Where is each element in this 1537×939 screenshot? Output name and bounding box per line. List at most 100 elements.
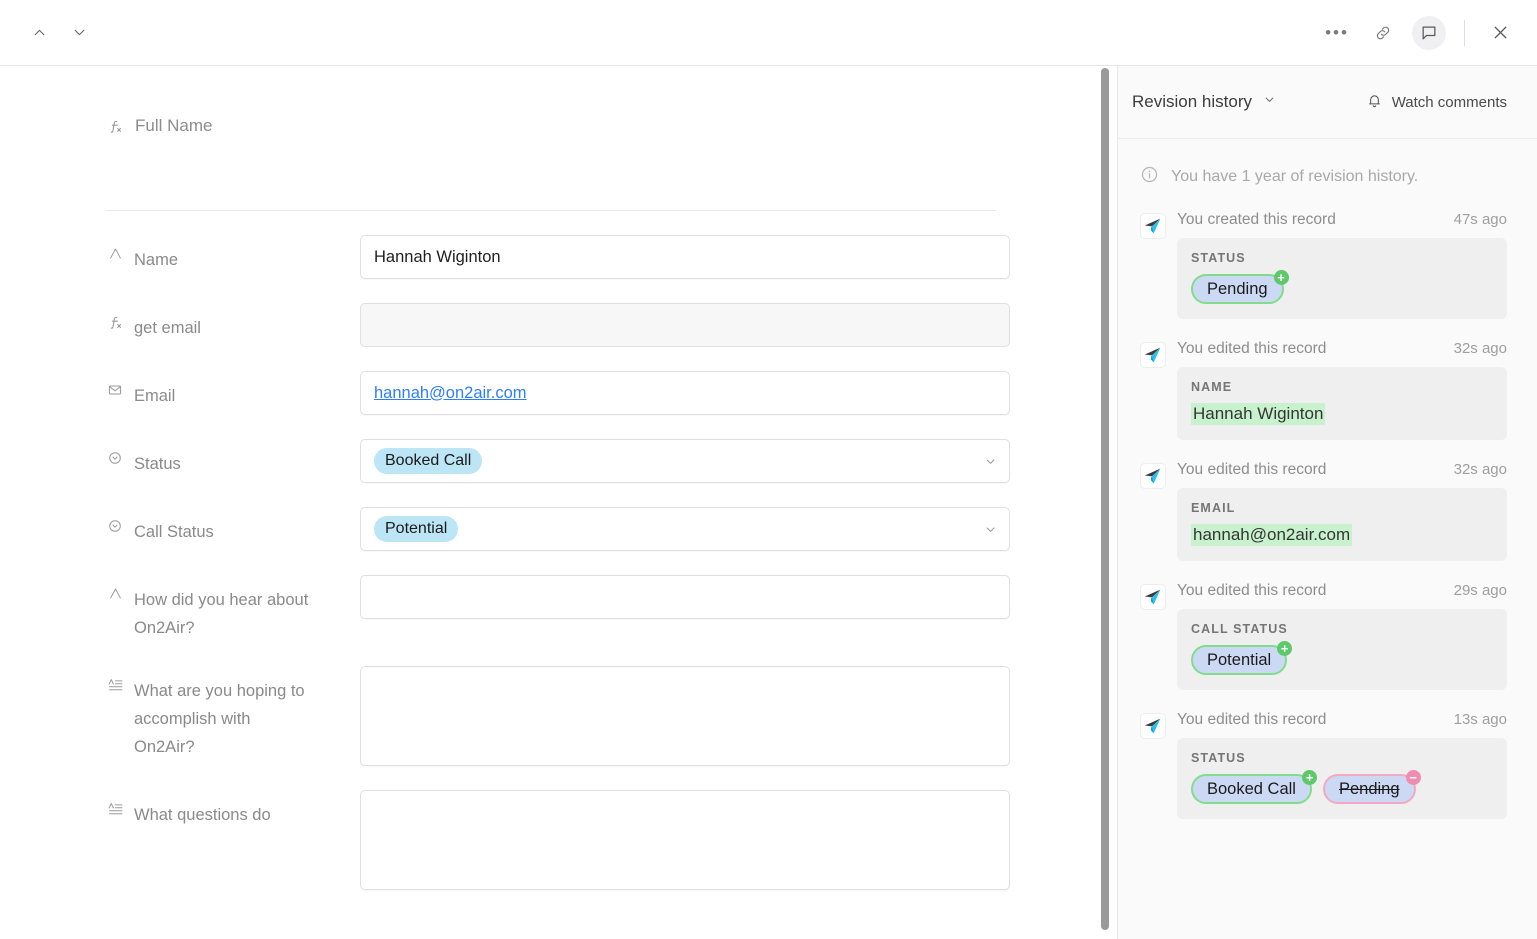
revision-chip-group: Potential + bbox=[1191, 645, 1493, 675]
link-icon bbox=[1373, 23, 1393, 43]
revision-action: You edited this record bbox=[1177, 461, 1326, 479]
field-label: Status bbox=[134, 450, 181, 478]
avatar bbox=[1140, 463, 1166, 489]
primary-field-value[interactable] bbox=[105, 136, 996, 210]
field-rows: Name Hannah Wiginton bbox=[0, 211, 1101, 890]
revision-timestamp: 32s ago bbox=[1454, 461, 1507, 478]
plus-badge-icon: + bbox=[1277, 641, 1292, 656]
paper-plane-icon bbox=[1142, 465, 1164, 487]
name-input[interactable]: Hannah Wiginton bbox=[360, 235, 1010, 279]
revision-entry: You edited this record 29s ago CALL STAT… bbox=[1140, 582, 1507, 690]
revision-change-card: CALL STATUS Potential + bbox=[1177, 609, 1507, 690]
revision-chip-added: Potential + bbox=[1191, 645, 1287, 675]
form-scrollbar-thumb[interactable] bbox=[1101, 68, 1109, 930]
primary-field-block: Full Name bbox=[0, 116, 1101, 210]
revision-notice-text: You have 1 year of revision history. bbox=[1171, 168, 1418, 186]
record-body: Full Name Name bbox=[0, 66, 1537, 939]
toolbar-actions: ••• bbox=[1320, 16, 1517, 50]
revision-change-card: STATUS Booked Call + Pending − bbox=[1177, 738, 1507, 819]
chip-label: Pending bbox=[1191, 274, 1284, 304]
text-icon bbox=[105, 586, 125, 601]
chevron-down-icon bbox=[983, 522, 998, 537]
revision-action: You edited this record bbox=[1177, 711, 1326, 729]
revision-entries-list: You created this record 47s ago STATUS P… bbox=[1102, 211, 1537, 840]
chevron-down-icon bbox=[71, 24, 88, 41]
revision-field-name: STATUS bbox=[1191, 751, 1493, 765]
revision-field-name: CALL STATUS bbox=[1191, 622, 1493, 636]
more-options-button[interactable]: ••• bbox=[1320, 16, 1354, 50]
paper-plane-icon bbox=[1142, 215, 1164, 237]
field-label: What questions do bbox=[134, 801, 271, 829]
field-label: Name bbox=[134, 246, 178, 274]
field-row-email: Email hannah@on2air.com bbox=[105, 347, 996, 415]
status-select[interactable]: Booked Call bbox=[360, 439, 1010, 483]
revision-timestamp: 47s ago bbox=[1454, 211, 1507, 228]
watch-comments-button[interactable]: Watch comments bbox=[1366, 92, 1507, 113]
revision-change-card: EMAIL hannah@on2air.com bbox=[1177, 488, 1507, 561]
long-text-icon bbox=[105, 801, 125, 818]
field-label: Email bbox=[134, 382, 175, 410]
record-nav bbox=[22, 16, 96, 50]
revision-entry: You edited this record 32s ago NAME Hann… bbox=[1140, 340, 1507, 440]
revision-action: You created this record bbox=[1177, 211, 1336, 229]
chevron-down-icon bbox=[1262, 92, 1277, 112]
field-row-get-email: get email bbox=[105, 279, 996, 347]
comments-toggle-button[interactable] bbox=[1412, 16, 1446, 50]
bell-icon bbox=[1366, 92, 1383, 113]
revision-history-notice: You have 1 year of revision history. bbox=[1102, 139, 1537, 211]
get-email-readonly-value bbox=[360, 303, 1010, 347]
hoping-to-accomplish-textarea[interactable] bbox=[360, 666, 1010, 766]
chip-label: Potential bbox=[1191, 645, 1287, 675]
field-label: What are you hoping to accomplish with O… bbox=[134, 677, 309, 761]
revision-field-name: STATUS bbox=[1191, 251, 1493, 265]
watch-comments-label: Watch comments bbox=[1392, 94, 1507, 111]
plus-badge-icon: + bbox=[1274, 270, 1289, 285]
text-icon bbox=[105, 246, 125, 261]
previous-record-button[interactable] bbox=[22, 16, 56, 50]
revision-action: You edited this record bbox=[1177, 582, 1326, 600]
email-link[interactable]: hannah@on2air.com bbox=[374, 384, 527, 403]
revision-panel-header: Revision history bbox=[1102, 66, 1537, 139]
field-row-how-did-you-hear: How did you hear about On2Air? bbox=[105, 551, 996, 642]
chip-label: Booked Call bbox=[1191, 774, 1312, 804]
revision-field-name: NAME bbox=[1191, 380, 1493, 394]
ellipsis-icon: ••• bbox=[1325, 28, 1349, 38]
next-record-button[interactable] bbox=[62, 16, 96, 50]
toolbar-divider bbox=[1464, 20, 1465, 46]
record-fields-pane: Full Name Name bbox=[0, 66, 1101, 939]
avatar bbox=[1140, 713, 1166, 739]
close-button[interactable] bbox=[1483, 16, 1517, 50]
formula-icon bbox=[105, 118, 125, 135]
revision-chip-added: Booked Call + bbox=[1191, 774, 1312, 804]
revision-chip-removed: Pending − bbox=[1323, 774, 1416, 804]
revision-chip-added: Pending + bbox=[1191, 274, 1284, 304]
avatar bbox=[1140, 342, 1166, 368]
avatar bbox=[1140, 584, 1166, 610]
field-label: How did you hear about On2Air? bbox=[134, 586, 309, 642]
chevron-up-icon bbox=[31, 24, 48, 41]
copy-record-link-button[interactable] bbox=[1366, 16, 1400, 50]
window-toolbar: ••• bbox=[0, 0, 1537, 66]
how-did-you-hear-input[interactable] bbox=[360, 575, 1010, 619]
revision-entry: You edited this record 32s ago EMAIL han… bbox=[1140, 461, 1507, 561]
info-icon bbox=[1140, 165, 1159, 189]
revision-chip-group: Pending + bbox=[1191, 274, 1493, 304]
field-row-status: Status Booked Call bbox=[105, 415, 996, 483]
revision-history-panel: Revision history bbox=[1101, 66, 1537, 939]
minus-badge-icon: − bbox=[1406, 770, 1421, 785]
revision-history-dropdown[interactable]: Revision history bbox=[1132, 92, 1277, 112]
revision-entry: You created this record 47s ago STATUS P… bbox=[1140, 211, 1507, 319]
revision-change-card: STATUS Pending + bbox=[1177, 238, 1507, 319]
email-icon bbox=[105, 382, 125, 398]
avatar bbox=[1140, 213, 1166, 239]
what-questions-textarea[interactable] bbox=[360, 790, 1010, 890]
revision-change-card: NAME Hannah Wiginton bbox=[1177, 367, 1507, 440]
revision-action: You edited this record bbox=[1177, 340, 1326, 358]
revision-field-name: EMAIL bbox=[1191, 501, 1493, 515]
call-status-select[interactable]: Potential bbox=[360, 507, 1010, 551]
email-input[interactable]: hannah@on2air.com bbox=[360, 371, 1010, 415]
revision-chip-group: Booked Call + Pending − bbox=[1191, 774, 1493, 804]
revision-added-text: Hannah Wiginton bbox=[1191, 403, 1325, 425]
revision-entry: You edited this record 13s ago STATUS Bo… bbox=[1140, 711, 1507, 819]
close-icon bbox=[1490, 22, 1511, 43]
